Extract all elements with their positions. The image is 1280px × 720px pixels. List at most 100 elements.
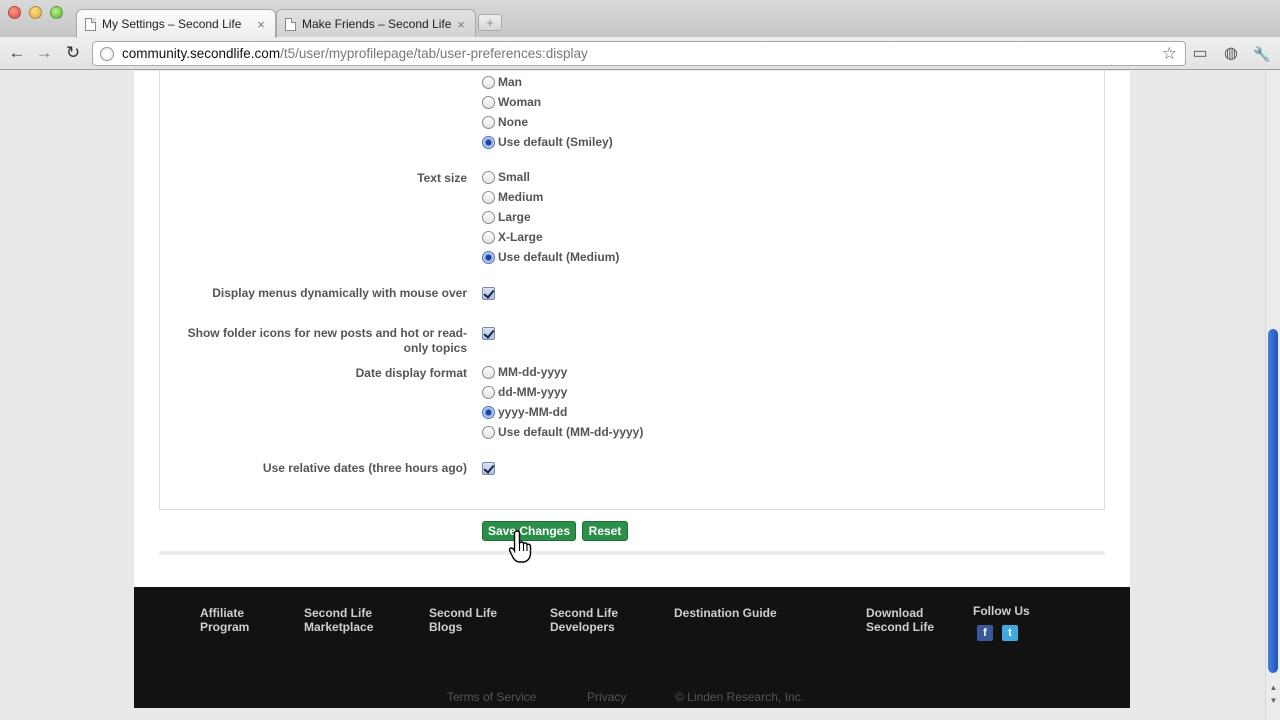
close-tab-icon[interactable]: × [253, 17, 269, 32]
bookmark-star-icon[interactable]: ☆ [1162, 44, 1177, 64]
page-icon [85, 17, 96, 31]
radio-option-mm-dd-yyyy[interactable]: MM-dd-yyyy [482, 364, 567, 380]
option-label: Use default (Medium) [498, 250, 620, 264]
radio-button[interactable] [482, 170, 495, 184]
facebook-icon[interactable]: f [977, 625, 993, 641]
address-bar[interactable]: community.secondlife.com /t5/user/myprof… [92, 41, 1186, 66]
twitter-icon[interactable]: t [1002, 625, 1018, 641]
wrench-icon[interactable]: 🔧 [1252, 44, 1272, 64]
globe-icon [100, 46, 114, 61]
divider [159, 551, 1105, 555]
terms-of-service-link[interactable]: Terms of Service [447, 690, 536, 704]
option-label: Woman [498, 95, 542, 109]
option-label: Small [498, 170, 531, 184]
footer-link-line: Second Life [304, 606, 373, 620]
zoom-window-icon[interactable] [50, 6, 63, 19]
scroll-down-arrow-icon[interactable]: ▼ [1268, 696, 1279, 706]
privacy-link[interactable]: Privacy [587, 690, 626, 704]
new-tab-button[interactable]: + [478, 14, 502, 31]
radio-button[interactable] [482, 190, 495, 204]
dynamic-menus-checkbox[interactable] [482, 287, 495, 300]
radio-button[interactable] [482, 365, 495, 379]
relative-dates-label: Use relative dates (three hours ago) [262, 461, 467, 475]
page-content: Man Woman None Use default (Smiley) Text… [134, 71, 1130, 708]
footer-link-line: Second Life [866, 620, 935, 634]
radio-option-yyyy-mm-dd[interactable]: yyyy-MM-dd [482, 404, 567, 420]
reset-button[interactable]: Reset [582, 521, 628, 541]
radio-option-large[interactable]: Large [482, 209, 531, 225]
url-host: community.secondlife.com [122, 46, 281, 61]
footer-link-destination-guide[interactable]: Destination Guide [674, 606, 777, 620]
option-label: Medium [498, 190, 544, 204]
tab-title: Make Friends – Second Life [302, 17, 452, 31]
back-arrow-icon[interactable]: ← [6, 43, 28, 63]
radio-button[interactable] [482, 230, 495, 244]
radio-option-default-medium[interactable]: Use default (Medium) [482, 249, 619, 265]
scrollbar-thumb[interactable] [1268, 329, 1278, 673]
radio-option-small[interactable]: Small [482, 169, 530, 185]
window-bottom-edge [0, 708, 1265, 720]
dynamic-menus-label: Display menus dynamically with mouse ove… [212, 286, 467, 300]
radio-option-woman[interactable]: Woman [482, 94, 541, 110]
text-size-label: Text size [417, 171, 467, 185]
extension-icon[interactable]: ◍ [1221, 44, 1241, 64]
browser-toolbar: ← → ↻ community.secondlife.com /t5/user/… [0, 37, 1280, 70]
option-label: Use default (MM-dd-yyyy) [498, 425, 644, 439]
folder-icons-label: Show folder icons for new posts and hot … [188, 326, 467, 356]
footer-link-line: Program [200, 620, 250, 634]
page-viewport: Man Woman None Use default (Smiley) Text… [0, 71, 1265, 708]
radio-button-checked[interactable] [482, 250, 495, 264]
option-label: dd-MM-yyyy [498, 385, 568, 399]
tab-my-settings[interactable]: My Settings – Second Life × [76, 9, 276, 38]
tab-make-friends[interactable]: Make Friends – Second Life × [276, 9, 476, 38]
page-menu-icon[interactable]: ▭ [1190, 44, 1210, 64]
browser-tab-strip: My Settings – Second Life × Make Friends… [0, 0, 1280, 38]
radio-option-man[interactable]: Man [482, 74, 522, 90]
site-footer: Affiliate Program Second Life Marketplac… [134, 587, 1130, 708]
hand-cursor-icon [508, 530, 532, 563]
vertical-scrollbar[interactable]: ▲ ▼ [1265, 71, 1280, 720]
footer-link-marketplace[interactable]: Second Life Marketplace [304, 606, 373, 634]
footer-link-blogs[interactable]: Second Life Blogs [429, 606, 497, 634]
radio-button[interactable] [482, 425, 495, 439]
page-icon [285, 17, 296, 31]
tab-title: My Settings – Second Life [102, 17, 242, 31]
close-window-icon[interactable] [8, 6, 21, 19]
radio-option-default-date[interactable]: Use default (MM-dd-yyyy) [482, 424, 643, 440]
option-label: Use default (Smiley) [498, 135, 613, 149]
radio-option-x-large[interactable]: X-Large [482, 229, 543, 245]
radio-button[interactable] [482, 75, 495, 89]
radio-option-medium[interactable]: Medium [482, 189, 543, 205]
folder-icons-label-line1: Show folder icons for new posts and hot … [187, 326, 467, 340]
radio-button-checked[interactable] [482, 405, 495, 419]
folder-icons-label-line2: only topics [403, 341, 467, 355]
radio-button-checked[interactable] [482, 135, 495, 149]
option-label: X-Large [498, 230, 543, 244]
radio-button[interactable] [482, 115, 495, 129]
close-tab-icon[interactable]: × [453, 17, 469, 32]
footer-link-line: Developers [550, 620, 615, 634]
forward-arrow-icon[interactable]: → [33, 43, 55, 63]
radio-button[interactable] [482, 385, 495, 399]
footer-link-line: Download [866, 606, 924, 620]
footer-link-line: Second Life [550, 606, 619, 620]
footer-link-download[interactable]: Download Second Life [866, 606, 934, 634]
minimize-window-icon[interactable] [29, 6, 42, 19]
footer-link-affiliate-program[interactable]: Affiliate Program [200, 606, 249, 634]
reload-icon[interactable]: ↻ [62, 43, 84, 63]
radio-option-none[interactable]: None [482, 114, 528, 130]
copyright-text: © Linden Research, Inc. [675, 690, 804, 704]
footer-link-line: Marketplace [304, 620, 374, 634]
radio-button[interactable] [482, 210, 495, 224]
option-label: yyyy-MM-dd [498, 405, 568, 419]
scroll-up-arrow-icon[interactable]: ▲ [1268, 683, 1279, 693]
radio-option-default-smiley[interactable]: Use default (Smiley) [482, 134, 613, 150]
footer-link-line: Affiliate [200, 606, 245, 620]
radio-button[interactable] [482, 95, 495, 109]
radio-option-dd-mm-yyyy[interactable]: dd-MM-yyyy [482, 384, 567, 400]
footer-link-line: Destination Guide [674, 606, 777, 620]
option-label: MM-dd-yyyy [498, 365, 568, 379]
relative-dates-checkbox[interactable] [482, 462, 495, 475]
folder-icons-checkbox[interactable] [482, 327, 495, 340]
footer-link-developers[interactable]: Second Life Developers [550, 606, 618, 634]
